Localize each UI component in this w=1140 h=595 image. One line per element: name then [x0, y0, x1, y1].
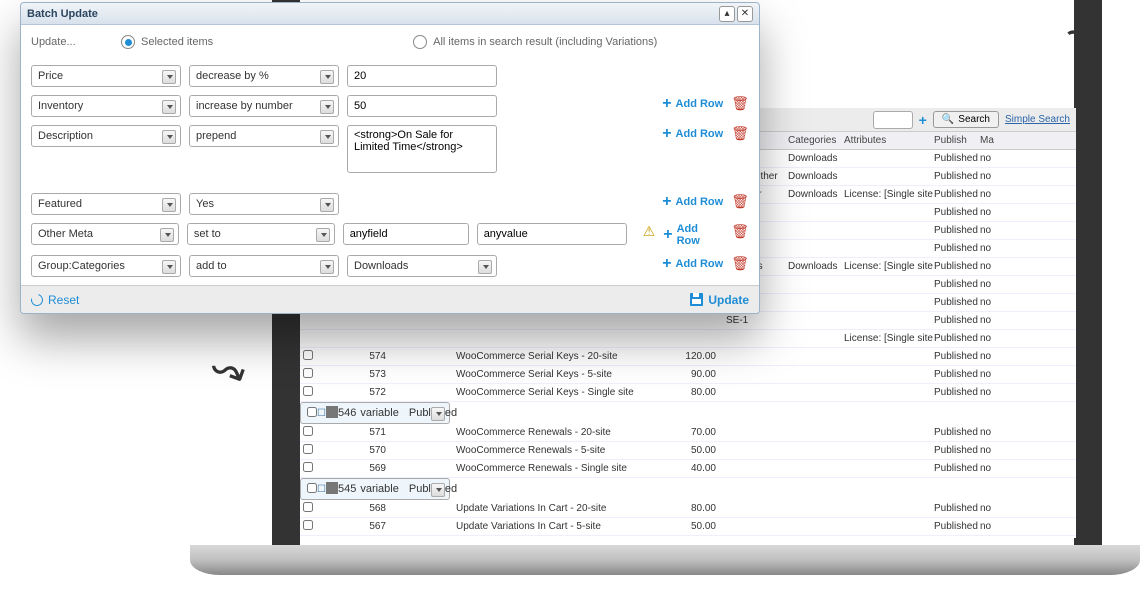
value-input[interactable]: [347, 65, 497, 87]
table-row[interactable]: 568Update Variations In Cart - 20-site80…: [300, 500, 1076, 518]
row-checkbox[interactable]: [303, 520, 313, 530]
product-thumb: [326, 482, 338, 494]
rule-row: Price decrease by %: [31, 65, 749, 87]
table-row[interactable]: SE-1Publishedno: [300, 312, 1076, 330]
radio-selected-label: Selected items: [141, 36, 213, 48]
grid-search-label: Search: [958, 114, 990, 125]
row-checkbox[interactable]: [303, 444, 313, 454]
simple-search-link[interactable]: Simple Search: [1005, 114, 1070, 125]
rule-row: Group:Categories add to Downloads Add Ro…: [31, 255, 749, 277]
value-textarea[interactable]: <strong>On Sale for Limited Time</strong…: [347, 125, 497, 173]
row-checkbox[interactable]: [303, 462, 313, 472]
table-row[interactable]: 567Update Variations In Cart - 5-site50.…: [300, 518, 1076, 536]
radio-all-items[interactable]: [413, 35, 427, 49]
field-select[interactable]: Featured: [31, 193, 181, 215]
rule-row: Featured Yes Add Row 🗑: [31, 193, 749, 215]
radio-selected-items[interactable]: [121, 35, 135, 49]
field-select[interactable]: Price: [31, 65, 181, 87]
table-row[interactable]: 571WooCommerce Renewals - 20-site70.00Pu…: [300, 424, 1076, 442]
row-checkbox[interactable]: [303, 502, 313, 512]
close-button[interactable]: ✕: [737, 6, 753, 22]
table-row[interactable]: 572WooCommerce Serial Keys - Single site…: [300, 384, 1076, 402]
row-checkbox[interactable]: [303, 426, 313, 436]
row-checkbox[interactable]: [307, 407, 317, 417]
rule-row: Description prepend <strong>On Sale for …: [31, 125, 749, 173]
add-row-button[interactable]: Add Row: [663, 223, 723, 247]
reset-button[interactable]: Reset: [31, 293, 79, 307]
row-checkbox[interactable]: [303, 386, 313, 396]
trash-icon[interactable]: 🗑: [731, 125, 749, 142]
field-select[interactable]: Group:Categories: [31, 255, 181, 277]
col-attributes[interactable]: Attributes: [844, 135, 934, 146]
trash-icon[interactable]: 🗑: [731, 255, 749, 272]
value-input[interactable]: [347, 95, 497, 117]
trash-icon[interactable]: 🗑: [731, 95, 749, 112]
update-button[interactable]: Update: [690, 293, 749, 307]
grid-quick-input[interactable]: [873, 111, 913, 129]
save-icon: [690, 293, 703, 306]
grid-search-button[interactable]: 🔍 Search: [933, 111, 999, 128]
table-row[interactable]: ☐546variableWooCommerce RenewalsLicense:…: [300, 402, 450, 424]
open-link-icon[interactable]: ☐: [317, 408, 326, 419]
op-select[interactable]: increase by number: [189, 95, 339, 117]
table-row[interactable]: 569WooCommerce Renewals - Single site40.…: [300, 460, 1076, 478]
table-row[interactable]: 566Update Variations In Cart - Single si…: [300, 536, 1076, 538]
table-row[interactable]: 570WooCommerce Renewals - 5-site50.00Pub…: [300, 442, 1076, 460]
col-categories[interactable]: Categories: [788, 135, 844, 146]
op-select[interactable]: set to: [187, 223, 335, 245]
reset-icon: [29, 291, 45, 307]
group-select[interactable]: Downloads: [347, 255, 497, 277]
table-row[interactable]: License: [Single site,Publishedno: [300, 330, 1076, 348]
product-thumb: [326, 406, 338, 418]
dialog-title: Batch Update: [27, 8, 717, 20]
add-row-button[interactable]: Add Row: [662, 125, 723, 143]
dialog-titlebar[interactable]: Batch Update ▴ ✕: [21, 3, 759, 25]
row-checkbox[interactable]: [307, 483, 317, 493]
warning-icon: ⚠: [643, 223, 656, 240]
col-publish[interactable]: Publish: [934, 135, 980, 146]
update-label: Update...: [31, 36, 101, 48]
op-select[interactable]: prepend: [189, 125, 339, 147]
op-select[interactable]: Yes: [189, 193, 339, 215]
grid-add-button[interactable]: +: [919, 112, 927, 128]
field-select[interactable]: Description: [31, 125, 181, 147]
search-icon: 🔍: [942, 114, 954, 125]
trash-icon[interactable]: 🗑: [731, 223, 749, 240]
table-row[interactable]: 573WooCommerce Serial Keys - 5-site90.00…: [300, 366, 1076, 384]
meta-field-input[interactable]: [343, 223, 469, 245]
add-row-button[interactable]: Add Row: [662, 193, 723, 211]
table-row[interactable]: ☐545variableUpdate Variations In CartLic…: [300, 478, 450, 500]
laptop-base: [190, 545, 1140, 575]
rule-row: Other Meta set to ⚠ Add Row 🗑: [31, 223, 749, 247]
rule-row: Inventory increase by number Add Row 🗑: [31, 95, 749, 117]
trash-icon[interactable]: 🗑: [731, 193, 749, 210]
field-select[interactable]: Inventory: [31, 95, 181, 117]
add-row-button[interactable]: Add Row: [662, 95, 723, 113]
col-ma[interactable]: Ma: [980, 135, 1000, 146]
meta-value-input[interactable]: [477, 223, 627, 245]
dialog-footer: Reset Update: [21, 285, 759, 313]
radio-all-label: All items in search result (including Va…: [433, 36, 657, 48]
collapse-button[interactable]: ▴: [719, 6, 735, 22]
table-row[interactable]: 574WooCommerce Serial Keys - 20-site120.…: [300, 348, 1076, 366]
op-select[interactable]: decrease by %: [189, 65, 339, 87]
add-row-button[interactable]: Add Row: [662, 255, 723, 273]
open-link-icon[interactable]: ☐: [317, 484, 326, 495]
batch-update-dialog: Batch Update ▴ ✕ Update... Selected item…: [20, 2, 760, 314]
op-select[interactable]: add to: [189, 255, 339, 277]
field-select[interactable]: Other Meta: [31, 223, 179, 245]
row-checkbox[interactable]: [303, 350, 313, 360]
row-checkbox[interactable]: [303, 368, 313, 378]
